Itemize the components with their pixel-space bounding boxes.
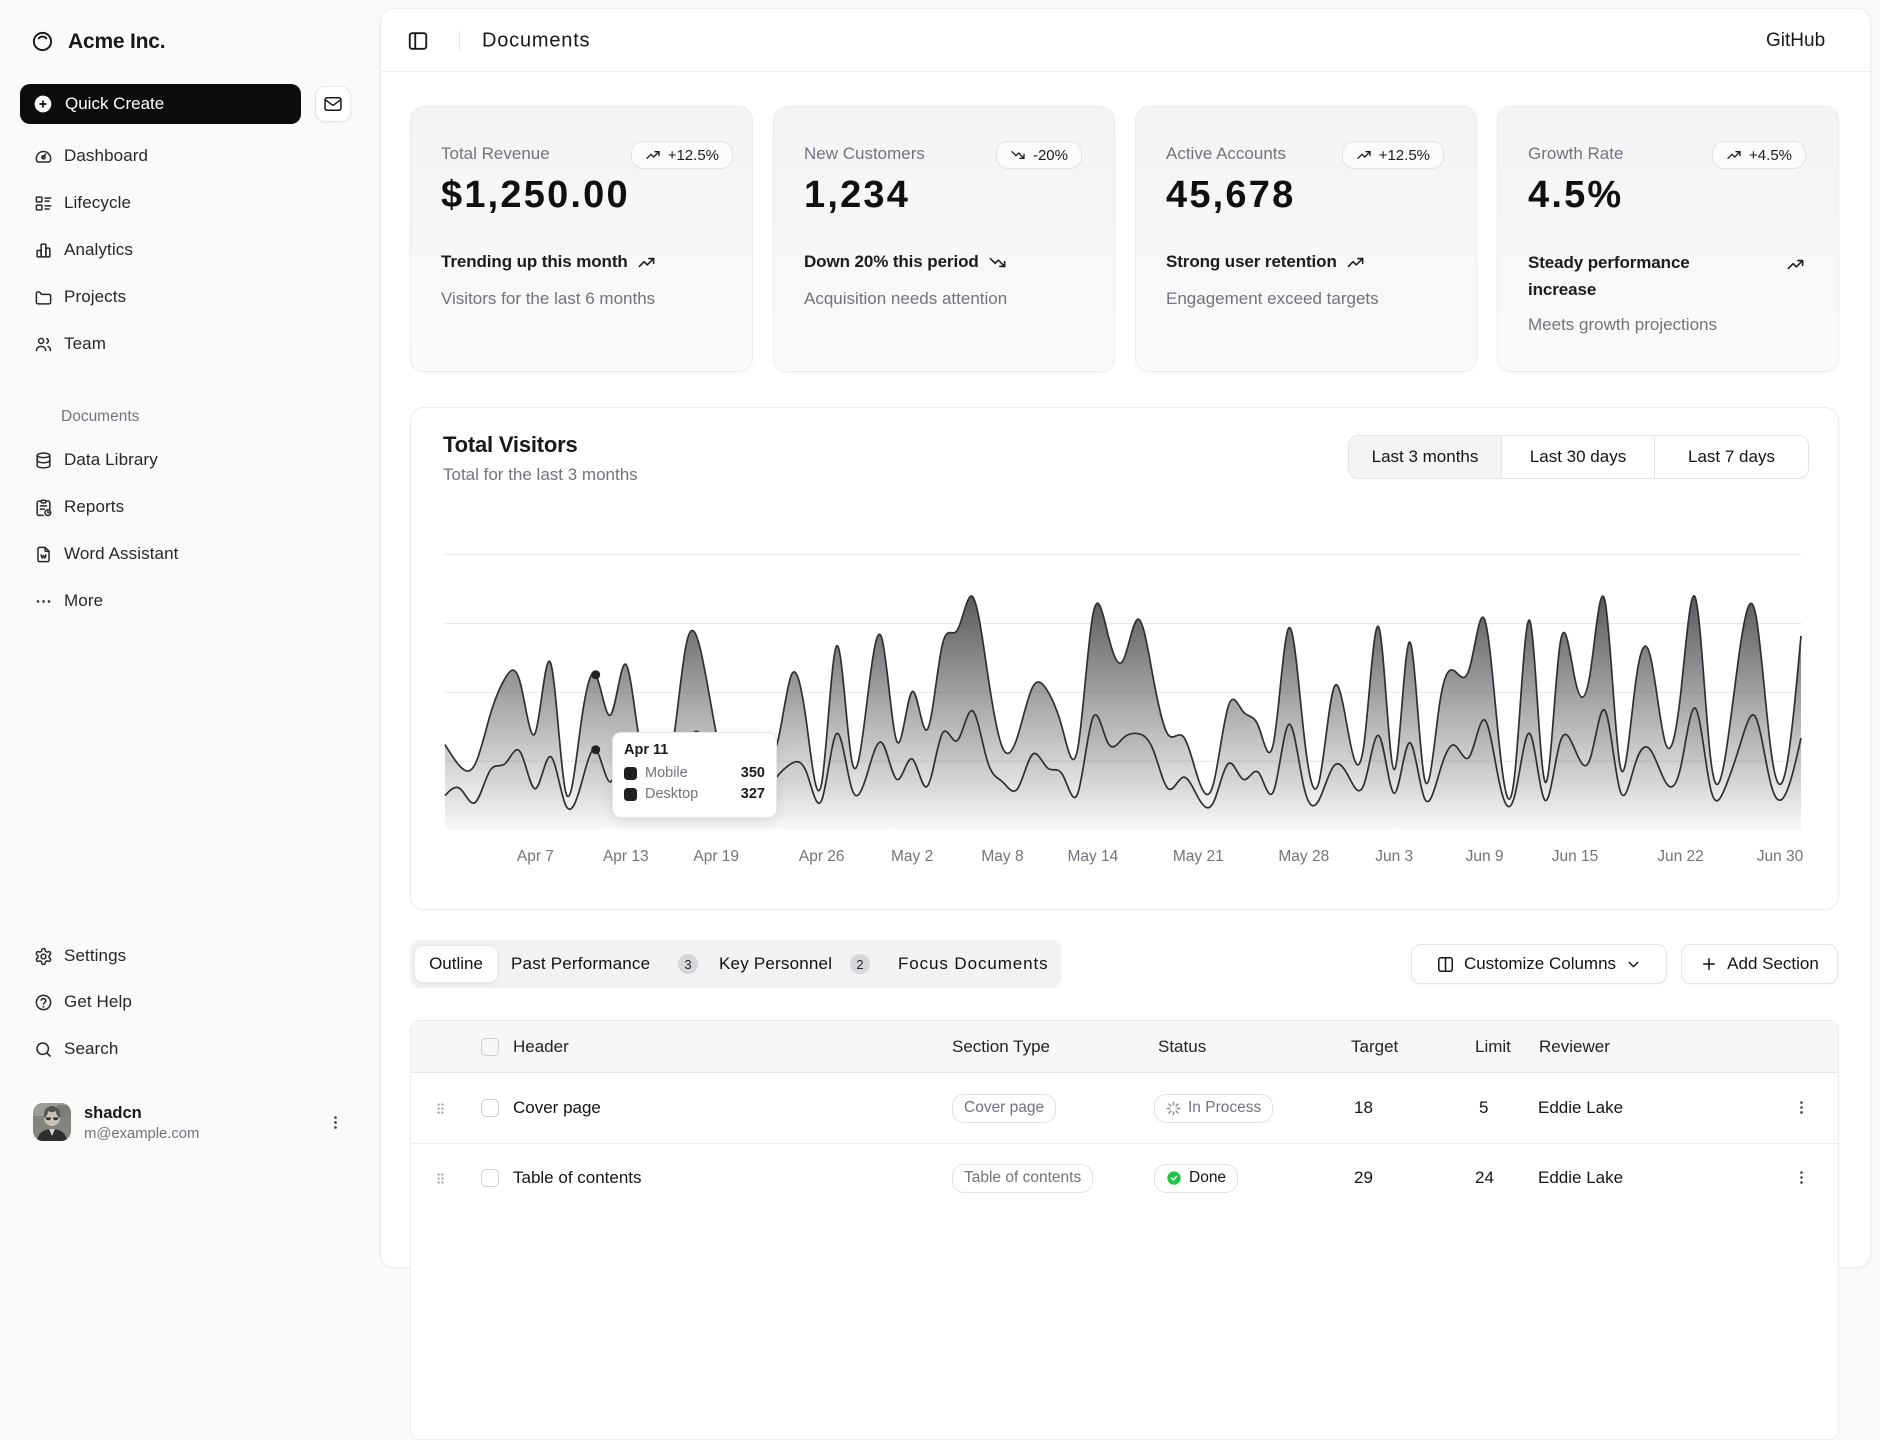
svg-text:May 28: May 28 <box>1278 848 1329 865</box>
svg-text:Jun 3: Jun 3 <box>1375 848 1413 865</box>
svg-text:Apr 13: Apr 13 <box>603 848 649 865</box>
svg-text:Jun 30: Jun 30 <box>1757 848 1804 865</box>
svg-text:May 8: May 8 <box>981 848 1023 865</box>
svg-text:May 14: May 14 <box>1067 848 1118 865</box>
svg-text:May 21: May 21 <box>1173 848 1224 865</box>
svg-text:Apr 7: Apr 7 <box>517 848 554 865</box>
svg-text:May 2: May 2 <box>891 848 933 865</box>
svg-text:Apr 19: Apr 19 <box>693 848 739 865</box>
svg-text:Apr 26: Apr 26 <box>799 848 845 865</box>
svg-text:Jun 9: Jun 9 <box>1466 848 1504 865</box>
svg-text:Jun 22: Jun 22 <box>1657 848 1704 865</box>
svg-text:Jun 15: Jun 15 <box>1552 848 1599 865</box>
